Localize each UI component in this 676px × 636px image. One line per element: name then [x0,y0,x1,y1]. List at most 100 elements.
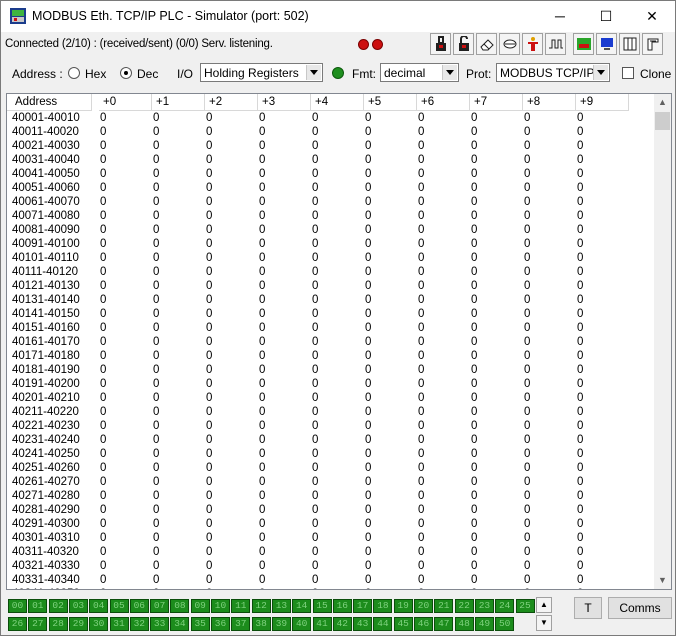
register-value[interactable]: 0 [365,489,371,503]
register-value[interactable]: 0 [259,559,265,573]
register-value[interactable]: 0 [471,573,477,587]
register-value[interactable]: 0 [577,139,583,153]
register-value[interactable]: 0 [524,251,530,265]
register-value[interactable]: 0 [259,419,265,433]
register-value[interactable]: 0 [365,531,371,545]
register-value[interactable]: 0 [524,559,530,573]
register-value[interactable]: 0 [100,181,106,195]
register-value[interactable]: 0 [100,223,106,237]
register-value[interactable]: 0 [577,419,583,433]
register-value[interactable]: 0 [365,573,371,587]
register-value[interactable]: 0 [577,321,583,335]
chevron-down-icon[interactable] [593,65,608,80]
register-value[interactable]: 0 [153,167,159,181]
register-value[interactable]: 0 [418,167,424,181]
register-value[interactable]: 0 [577,433,583,447]
register-value[interactable]: 0 [259,307,265,321]
table-row[interactable]: 40261-40270 0 0 0 0 0 0 0 0 0 0 [7,475,655,489]
table-row[interactable]: 40191-40200 0 0 0 0 0 0 0 0 0 0 [7,377,655,391]
register-value[interactable]: 0 [153,391,159,405]
register-value[interactable]: 0 [100,377,106,391]
register-value[interactable]: 0 [577,559,583,573]
register-value[interactable]: 0 [259,489,265,503]
table-row[interactable]: 40211-40220 0 0 0 0 0 0 0 0 0 0 [7,405,655,419]
table-row[interactable]: 40031-40040 0 0 0 0 0 0 0 0 0 0 [7,153,655,167]
register-value[interactable]: 0 [471,223,477,237]
register-value[interactable]: 0 [418,153,424,167]
register-value[interactable]: 0 [100,559,106,573]
table-row[interactable]: 40251-40260 0 0 0 0 0 0 0 0 0 0 [7,461,655,475]
register-value[interactable]: 0 [259,293,265,307]
register-value[interactable]: 0 [312,321,318,335]
register-value[interactable]: 0 [577,363,583,377]
register-value[interactable]: 0 [577,265,583,279]
register-value[interactable]: 0 [312,139,318,153]
register-value[interactable]: 0 [577,181,583,195]
slot-chip[interactable]: 20 [414,599,433,613]
register-value[interactable]: 0 [259,349,265,363]
register-value[interactable]: 0 [524,237,530,251]
register-value[interactable]: 0 [100,489,106,503]
register-value[interactable]: 0 [312,545,318,559]
slot-chip[interactable]: 24 [495,599,515,613]
register-value[interactable]: 0 [206,251,212,265]
register-value[interactable]: 0 [259,237,265,251]
table-row[interactable]: 40311-40320 0 0 0 0 0 0 0 0 0 0 [7,545,655,559]
register-value[interactable]: 0 [577,461,583,475]
register-value[interactable]: 0 [100,391,106,405]
slot-chip[interactable]: 27 [28,617,48,631]
register-value[interactable]: 0 [259,531,265,545]
register-value[interactable]: 0 [577,573,583,587]
register-value[interactable]: 0 [418,545,424,559]
table-row[interactable]: 40011-40020 0 0 0 0 0 0 0 0 0 0 [7,125,655,139]
register-value[interactable]: 0 [312,223,318,237]
register-value[interactable]: 0 [577,279,583,293]
register-value[interactable]: 0 [312,363,318,377]
register-value[interactable]: 0 [100,419,106,433]
register-value[interactable]: 0 [418,335,424,349]
erase-button[interactable] [476,33,497,55]
register-value[interactable]: 0 [312,405,318,419]
register-value[interactable]: 0 [365,587,371,589]
register-value[interactable]: 0 [259,573,265,587]
slot-chip[interactable]: 35 [190,617,210,631]
register-value[interactable]: 0 [365,237,371,251]
register-value[interactable]: 0 [312,503,318,517]
register-value[interactable]: 0 [524,475,530,489]
slot-chip[interactable]: 36 [211,617,230,631]
register-value[interactable]: 0 [259,265,265,279]
register-value[interactable]: 0 [206,573,212,587]
register-value[interactable]: 0 [153,265,159,279]
register-value[interactable]: 0 [259,391,265,405]
register-value[interactable]: 0 [312,251,318,265]
register-value[interactable]: 0 [365,475,371,489]
register-value[interactable]: 0 [577,587,583,589]
slot-chip[interactable]: 02 [48,599,68,613]
register-value[interactable]: 0 [206,363,212,377]
register-value[interactable]: 0 [365,517,371,531]
register-value[interactable]: 0 [259,139,265,153]
register-value[interactable]: 0 [471,363,477,377]
register-value[interactable]: 0 [206,461,212,475]
table-row[interactable]: 40071-40080 0 0 0 0 0 0 0 0 0 0 [7,209,655,223]
register-value[interactable]: 0 [312,237,318,251]
register-value[interactable]: 0 [100,587,106,589]
register-value[interactable]: 0 [153,503,159,517]
register-value[interactable]: 0 [259,223,265,237]
register-value[interactable]: 0 [153,223,159,237]
register-value[interactable]: 0 [153,545,159,559]
slot-chip[interactable]: 13 [271,599,291,613]
slot-chip[interactable]: 21 [434,599,454,613]
register-value[interactable]: 0 [153,111,159,125]
register-value[interactable]: 0 [312,475,318,489]
register-value[interactable]: 0 [418,531,424,545]
register-value[interactable]: 0 [471,195,477,209]
register-value[interactable]: 0 [365,209,371,223]
register-value[interactable]: 0 [259,195,265,209]
register-value[interactable]: 0 [312,167,318,181]
register-value[interactable]: 0 [471,181,477,195]
register-value[interactable]: 0 [100,531,106,545]
register-value[interactable]: 0 [365,265,371,279]
register-value[interactable]: 0 [100,251,106,265]
register-value[interactable]: 0 [471,433,477,447]
